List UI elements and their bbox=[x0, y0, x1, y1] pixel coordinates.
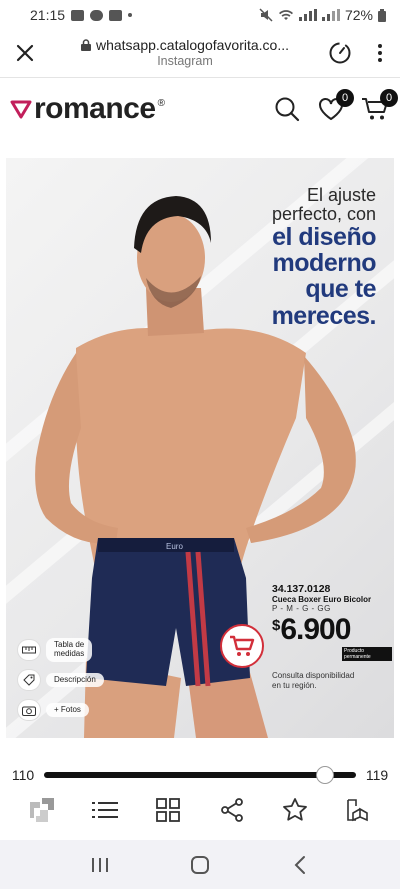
back-button[interactable] bbox=[280, 845, 320, 885]
app-logo-button[interactable] bbox=[25, 793, 59, 827]
battery-icon bbox=[378, 8, 386, 22]
share-button[interactable] bbox=[215, 793, 249, 827]
grid-icon bbox=[156, 798, 181, 822]
home-icon bbox=[191, 855, 209, 874]
search-icon bbox=[275, 97, 300, 122]
waistband-text: Euro bbox=[166, 542, 183, 551]
menu-button[interactable] bbox=[360, 30, 400, 76]
wishlist-button[interactable]: 0 bbox=[316, 89, 354, 124]
url-text: whatsapp.catalogofavorita.co... bbox=[95, 37, 289, 54]
product-name: Cueca Boxer Euro Bicolor bbox=[272, 595, 372, 604]
wishlist-badge: 0 bbox=[336, 89, 354, 107]
slider-min-label: 110 bbox=[11, 767, 35, 783]
brand-heart-icon bbox=[10, 100, 32, 119]
signal-icon bbox=[298, 9, 317, 21]
headline-line-6: mereces. bbox=[271, 301, 377, 330]
youtube-icon bbox=[109, 9, 123, 21]
recents-button[interactable] bbox=[80, 845, 120, 885]
recents-icon bbox=[92, 857, 108, 872]
speed-button[interactable] bbox=[320, 30, 360, 76]
product-sku: 34.137.0128 bbox=[272, 583, 331, 595]
browser-bar: whatsapp.catalogofavorita.co... Instagra… bbox=[0, 30, 400, 76]
site-header: romance ® 0 0 bbox=[0, 80, 400, 138]
size-chart-label: Tabla de medidas bbox=[46, 638, 93, 662]
headline-line-3: el diseño bbox=[272, 222, 376, 251]
camera-icon bbox=[18, 700, 40, 720]
headline-line-2: perfecto, con bbox=[271, 203, 376, 224]
price-amount: 6.900 bbox=[280, 613, 351, 646]
slider-thumb[interactable] bbox=[315, 766, 334, 784]
status-bar: 21:15 72% bbox=[0, 0, 400, 30]
product-box-button[interactable] bbox=[341, 793, 375, 827]
list-icon bbox=[91, 802, 118, 818]
status-time: 21:15 bbox=[30, 7, 66, 23]
close-button[interactable] bbox=[0, 30, 50, 76]
price-block: 34.137.0128 Cueca Boxer Euro Bicolor P -… bbox=[272, 583, 392, 691]
page-slider: 110 119 bbox=[0, 760, 400, 790]
size-chart-line-1: Tabla de bbox=[54, 640, 85, 649]
url-source: Instagram bbox=[157, 53, 213, 68]
add-to-cart-button[interactable] bbox=[220, 624, 264, 668]
headline-line-5: que te bbox=[305, 275, 376, 304]
description-label: Descripción bbox=[46, 672, 104, 688]
close-icon bbox=[16, 44, 34, 62]
ruler-icon bbox=[18, 639, 40, 660]
catalog-headline: El ajuste perfecto, con el diseño modern… bbox=[271, 185, 377, 330]
notification-dot-icon bbox=[128, 13, 133, 17]
mute-icon bbox=[259, 8, 273, 22]
star-icon bbox=[283, 798, 307, 821]
home-button[interactable] bbox=[180, 845, 220, 885]
cart-badge: 0 bbox=[380, 89, 398, 107]
cloud-icon bbox=[90, 9, 104, 21]
headline-line-1: El ajuste bbox=[306, 185, 376, 205]
cart-button[interactable]: 0 bbox=[360, 89, 398, 124]
kebab-menu-icon bbox=[378, 44, 382, 62]
price-tag: Producto permanente bbox=[342, 647, 392, 661]
signal-icon-2 bbox=[321, 9, 340, 21]
more-photos-button[interactable]: + Fotos bbox=[18, 700, 89, 720]
brand-logo[interactable]: romance ® bbox=[10, 92, 165, 126]
consult-line-2: en tu región. bbox=[272, 681, 317, 690]
tag-icon bbox=[18, 670, 40, 690]
back-icon bbox=[294, 855, 305, 874]
product-sizes: P - M - G - GG bbox=[272, 604, 331, 613]
system-nav-bar bbox=[0, 840, 400, 889]
search-button[interactable] bbox=[272, 94, 302, 124]
speed-icon bbox=[329, 42, 351, 64]
boxer-shorts bbox=[86, 538, 250, 686]
url-box[interactable]: whatsapp.catalogofavorita.co... Instagra… bbox=[50, 37, 320, 69]
browser-divider bbox=[0, 77, 400, 78]
app-logo-icon bbox=[29, 798, 54, 822]
catalog-toolbar bbox=[0, 790, 400, 830]
slider-track[interactable] bbox=[44, 766, 356, 784]
wifi-icon bbox=[278, 10, 293, 20]
size-chart-button[interactable]: Tabla de medidas bbox=[18, 638, 93, 662]
price-currency: $ bbox=[272, 617, 281, 634]
slider-max-label: 119 bbox=[365, 767, 389, 783]
gallery-icon bbox=[71, 9, 85, 21]
headline-line-4: moderno bbox=[272, 249, 377, 278]
product-price: $ 6.900 bbox=[272, 615, 392, 645]
box-icon bbox=[347, 799, 369, 822]
catalog-page[interactable]: Euro El ajuste perfecto, con el diseño m… bbox=[6, 158, 394, 738]
lock-icon bbox=[80, 39, 91, 52]
consult-note: Consulta disponibilidad en tu región. bbox=[272, 671, 392, 691]
grid-view-button[interactable] bbox=[151, 793, 185, 827]
brand-registered: ® bbox=[157, 98, 165, 109]
list-view-button[interactable] bbox=[88, 793, 122, 827]
consult-line-1: Consulta disponibilidad bbox=[272, 671, 355, 680]
add-cart-icon bbox=[230, 635, 255, 656]
share-icon bbox=[220, 798, 243, 822]
battery-percent: 72% bbox=[344, 7, 373, 23]
more-photos-label: + Fotos bbox=[46, 702, 89, 718]
favorite-button[interactable] bbox=[278, 793, 312, 827]
brand-name: romance bbox=[34, 92, 156, 125]
size-chart-line-2: medidas bbox=[54, 648, 85, 658]
description-button[interactable]: Descripción bbox=[18, 670, 104, 690]
